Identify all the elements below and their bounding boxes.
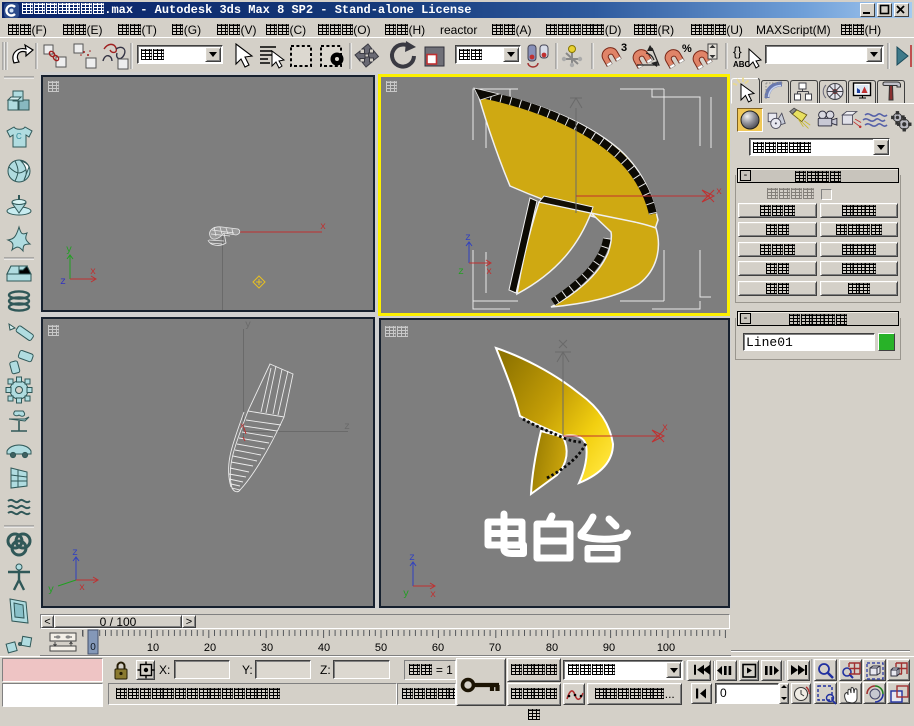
svg-text:10: 10	[147, 642, 159, 654]
svg-text:z: z	[409, 553, 415, 564]
svg-text:z: z	[458, 267, 464, 278]
svg-text:50: 50	[375, 642, 387, 654]
svg-text:90: 90	[603, 642, 615, 654]
svg-text:30: 30	[261, 642, 273, 654]
svg-text:%: %	[682, 43, 692, 55]
svg-text:x: x	[240, 422, 245, 431]
svg-text:x: x	[662, 423, 668, 434]
svg-text:x: x	[320, 222, 326, 233]
svg-text:y: y	[48, 585, 54, 596]
svg-text:y: y	[66, 245, 72, 256]
svg-text:0: 0	[90, 642, 96, 653]
svg-text:100: 100	[657, 642, 675, 654]
svg-text:x: x	[716, 187, 722, 198]
svg-text:60: 60	[432, 642, 444, 654]
svg-text:70: 70	[489, 642, 501, 654]
svg-text:{}: {}	[733, 44, 742, 59]
svg-text:x: x	[79, 583, 85, 594]
svg-text:y: y	[403, 589, 409, 600]
svg-text:80: 80	[546, 642, 558, 654]
svg-text:40: 40	[318, 642, 330, 654]
svg-text:x: x	[430, 590, 436, 601]
svg-text:z: z	[465, 233, 471, 244]
svg-text:ABC: ABC	[733, 60, 751, 69]
svg-text:3: 3	[621, 42, 627, 54]
svg-text:z: z	[72, 548, 78, 559]
svg-text:z: z	[60, 277, 66, 288]
svg-text:x: x	[486, 267, 492, 278]
svg-text:C: C	[16, 132, 22, 141]
svg-text:y: y	[245, 320, 251, 331]
svg-text:x: x	[90, 267, 96, 278]
svg-text:z: z	[344, 422, 350, 433]
svg-text:20: 20	[204, 642, 216, 654]
